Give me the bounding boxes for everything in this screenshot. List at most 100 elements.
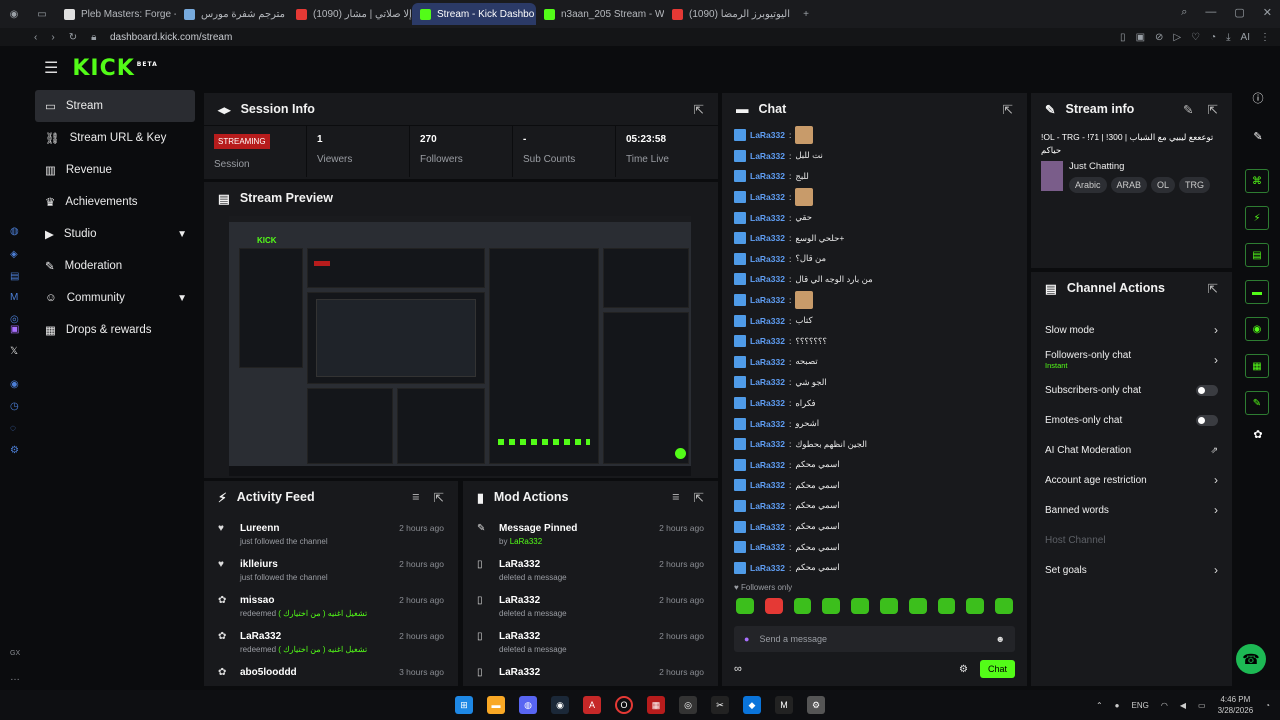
sidebar-app-icon[interactable]: ▤ (10, 271, 19, 282)
stream-preview-video[interactable]: KICK (229, 216, 691, 476)
explorer-icon[interactable]: ▬ (487, 696, 505, 714)
download-icon[interactable]: ⤓ (1226, 32, 1230, 43)
popout-icon[interactable]: ⇱ (1208, 102, 1218, 117)
screenshot-icon[interactable]: ▣ (1136, 32, 1145, 43)
maximize-icon[interactable]: ▢ (1234, 6, 1244, 19)
mod-user[interactable]: LaRa332 (499, 667, 649, 678)
chat-username[interactable]: LaRa332 (750, 522, 785, 532)
activity-user[interactable]: iklleiurs (240, 559, 389, 570)
steam-icon[interactable]: ◉ (551, 696, 569, 714)
app-icon[interactable]: ◆ (743, 696, 761, 714)
quick-emote-icon[interactable] (764, 598, 783, 614)
tray-expand-icon[interactable]: ⌃ (1096, 701, 1103, 710)
chat-username[interactable]: LaRa332 (750, 542, 785, 552)
chat-username[interactable]: LaRa332 (750, 151, 785, 161)
filter-icon[interactable]: ≡ (412, 490, 419, 505)
browser-tab[interactable]: (1090) تحدي اليوتيوبرز الرمضا... (664, 3, 792, 25)
tag[interactable]: Arabic (1069, 177, 1107, 193)
discord-icon[interactable]: ◍ (519, 696, 537, 714)
sidebar-app-icon[interactable]: ◌ (10, 423, 16, 434)
chat-username[interactable]: LaRa332 (750, 171, 785, 181)
chat-username[interactable]: LaRa332 (750, 563, 785, 573)
chat-username[interactable]: LaRa332 (750, 377, 785, 387)
more-icon[interactable]: ⋮ (1260, 32, 1270, 43)
settings-icon[interactable]: ⚙ (807, 696, 825, 714)
quick-emote-icon[interactable] (879, 598, 898, 614)
quick-emote-icon[interactable] (966, 598, 985, 614)
chat-username[interactable]: LaRa332 (750, 295, 785, 305)
gx-icon[interactable]: GX (10, 650, 20, 657)
clock[interactable]: 4:46 PM 3/28/2026 (1218, 694, 1254, 716)
sidebar-item-stream-url-key[interactable]: ⛓ Stream URL & Key (35, 122, 195, 154)
chat-username[interactable]: LaRa332 (750, 336, 785, 346)
wrench-icon[interactable]: ✎ (1245, 391, 1269, 415)
adblock-icon[interactable]: ⊘ (1155, 32, 1163, 43)
clip-icon[interactable]: ⌘ (1245, 169, 1269, 193)
obs-icon[interactable]: ◎ (679, 696, 697, 714)
activity-user[interactable]: Lureenn (240, 523, 389, 534)
mod-user[interactable]: LaRa332 (499, 631, 649, 642)
x-icon[interactable]: 𝕏 (10, 346, 18, 357)
chat-username[interactable]: LaRa332 (750, 254, 785, 264)
battery-icon[interactable]: ▭ (1198, 701, 1206, 710)
followers-only-setting[interactable]: Followers-only chat Instant › (1031, 345, 1232, 375)
chat-username[interactable]: LaRa332 (750, 213, 785, 223)
language-indicator[interactable]: ENG (1132, 701, 1149, 710)
quick-emote-icon[interactable] (937, 598, 956, 614)
banned-words-setting[interactable]: Banned words › (1031, 495, 1232, 525)
url-field[interactable]: dashboard.kick.com/stream (110, 32, 232, 43)
tab-search-icon[interactable]: ▭ (28, 9, 56, 20)
chat-username[interactable]: LaRa332 (750, 130, 785, 140)
minimize-icon[interactable]: — (1205, 6, 1216, 19)
sidebar-app-icon[interactable]: M (10, 292, 18, 303)
poll-icon[interactable]: ▤ (1245, 243, 1269, 267)
mod-user[interactable]: LaRa332 (499, 595, 649, 606)
tag[interactable]: OL (1151, 177, 1176, 193)
capcut-icon[interactable]: ✂ (711, 696, 729, 714)
category-name[interactable]: Just Chatting (1069, 161, 1210, 172)
chat-username[interactable]: LaRa332 (750, 274, 785, 284)
history-icon[interactable]: ◷ (10, 401, 19, 412)
reward-icon[interactable]: ✿ (1245, 428, 1271, 441)
close-window-icon[interactable]: ✕ (1263, 6, 1272, 19)
support-chat-icon[interactable]: ☎︎ (1236, 644, 1266, 674)
new-tab-icon[interactable]: + (792, 9, 820, 20)
back-icon[interactable]: ‹ (34, 32, 37, 43)
more-icon[interactable]: … (10, 672, 20, 683)
browser-tab[interactable]: مترجم شفرة مورس (176, 3, 288, 25)
menu-icon[interactable]: ☰ (44, 58, 58, 78)
sidebar-item-drops-rewards[interactable]: ▦ Drops & rewards (35, 314, 195, 346)
chat-username[interactable]: LaRa332 (750, 357, 785, 367)
adobe-icon[interactable]: A (583, 696, 601, 714)
popout-icon[interactable]: ⇱ (1208, 281, 1218, 296)
info-icon[interactable]: ⓘ (1245, 90, 1271, 106)
chat-username[interactable]: LaRa332 (750, 316, 785, 326)
popout-icon[interactable]: ⇱ (694, 102, 704, 117)
sidebar-item-moderation[interactable]: ✎ Moderation (35, 250, 195, 282)
activity-user[interactable]: abo5looddd (240, 667, 389, 678)
quick-emote-icon[interactable] (793, 598, 812, 614)
sidebar-item-stream[interactable]: ▭ Stream (35, 90, 195, 122)
browser-tab[interactable]: n3aan_205 Stream - Watc (536, 3, 664, 25)
edit-icon[interactable]: ✎ (1183, 102, 1193, 117)
player-icon[interactable]: ▷ (1173, 32, 1181, 43)
sidebar-app-icon[interactable]: ◍ (10, 226, 19, 237)
popout-icon[interactable]: ⇱ (1003, 102, 1013, 117)
sidebar-item-achievements[interactable]: ♛ Achievements (35, 186, 195, 218)
sidebar-app-icon[interactable]: ◈ (10, 249, 18, 260)
notification-icon[interactable]: ◔ (1265, 701, 1270, 710)
sidebar-app-icon[interactable]: ◉ (10, 379, 19, 390)
kick-logo[interactable]: KICK BETA (72, 56, 157, 81)
settings-icon[interactable]: ⚙ (959, 664, 968, 675)
chat-username[interactable]: LaRa332 (750, 192, 785, 202)
chat-username[interactable]: LaRa332 (750, 419, 785, 429)
reload-icon[interactable]: ↻ (69, 32, 77, 43)
chat-username[interactable]: LaRa332 (750, 480, 785, 490)
quick-emote-icon[interactable] (822, 598, 841, 614)
chat-username[interactable]: LaRa332 (750, 501, 785, 511)
broadcast-icon[interactable]: ◉ (1245, 317, 1269, 341)
browser-tab-active[interactable]: Stream - Kick Dashbo✕ (412, 3, 536, 25)
volume-icon[interactable]: ◀ (1180, 701, 1186, 710)
chat-username[interactable]: LaRa332 (750, 460, 785, 470)
send-chat-button[interactable]: Chat (979, 660, 1015, 678)
